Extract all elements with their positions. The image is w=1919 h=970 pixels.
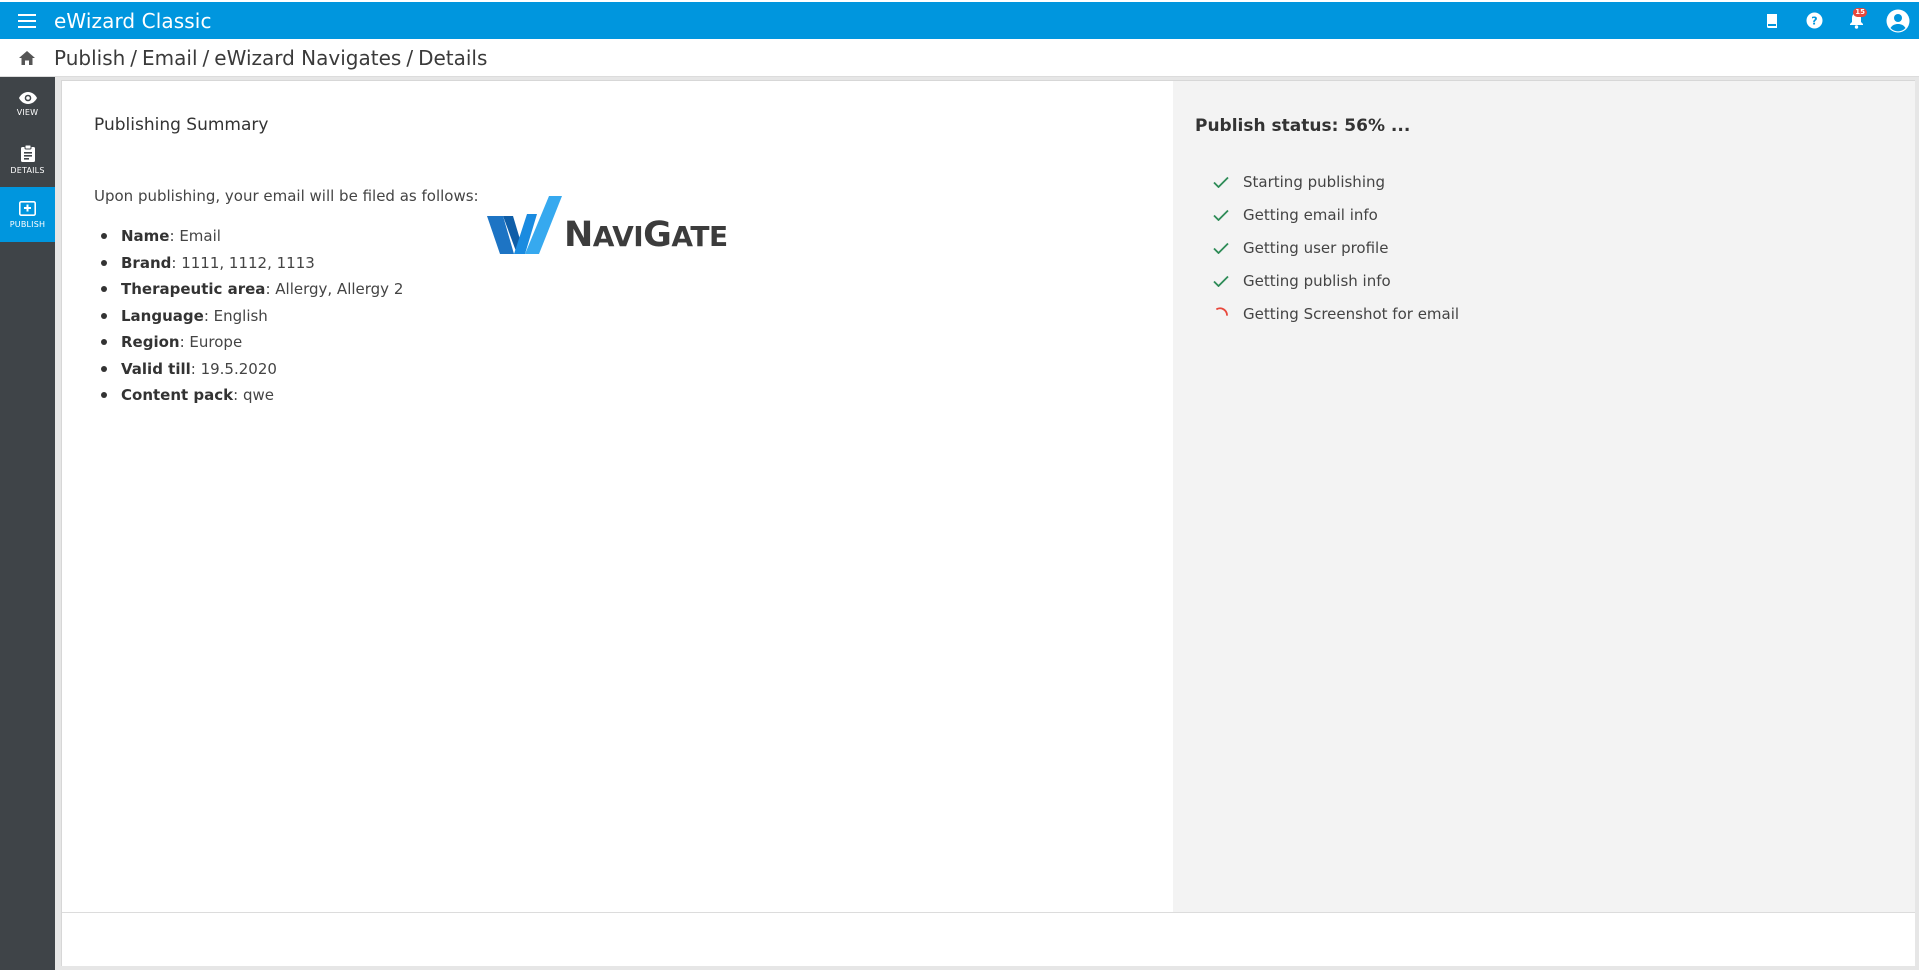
field-key: Therapeutic area (121, 280, 266, 299)
breadcrumb-bar: Publish / Email / eWizard Navigates / Details (0, 39, 1919, 77)
step-label: Getting email info (1243, 205, 1378, 224)
publish-steps-list: Starting publishing Getting email info G… (1211, 165, 1459, 330)
book-icon[interactable] (1751, 2, 1793, 39)
hamburger-menu-icon[interactable] (0, 2, 54, 39)
field-value: Email (179, 227, 221, 246)
clipboard-icon (20, 144, 35, 162)
check-icon (1211, 172, 1231, 192)
breadcrumb-separator: / (202, 45, 210, 70)
check-icon (1211, 271, 1231, 291)
navigate-logo: NAVIGATE (487, 196, 737, 258)
rail-item-publish[interactable]: PUBLISH (0, 187, 55, 242)
account-icon[interactable] (1877, 2, 1919, 39)
field-value: 19.5.2020 (200, 359, 277, 378)
field-key: Brand (121, 253, 172, 272)
summary-title: Publishing Summary (94, 115, 269, 135)
list-item: Brand: 1111, 1112, 1113 (94, 250, 403, 277)
field-key: Content pack (121, 386, 234, 405)
list-item: Getting publish info (1211, 264, 1459, 297)
footer-bar (62, 912, 1915, 966)
step-label: Getting Screenshot for email (1243, 304, 1460, 323)
field-key: Name (121, 227, 170, 246)
home-icon[interactable] (0, 50, 54, 65)
breadcrumb-details: Details (418, 45, 488, 70)
list-item: Language: English (94, 303, 403, 330)
field-value: 1111, 1112, 1113 (181, 253, 315, 272)
publish-icon (19, 200, 36, 216)
list-item: Starting publishing (1211, 165, 1459, 198)
breadcrumb-ewizard-navigates[interactable]: eWizard Navigates (214, 46, 401, 70)
breadcrumb: Publish / Email / eWizard Navigates / Details (54, 46, 487, 70)
breadcrumb-separator: / (406, 45, 414, 70)
logo-wordmark: NAVIGATE (564, 215, 728, 255)
list-item: Name: Email (94, 223, 403, 250)
publish-status-title: Publish status: 56% ... (1195, 116, 1411, 136)
field-value: Allergy, Allergy 2 (275, 280, 404, 299)
left-nav-rail: VIEW DETAILS PUBLISH (0, 77, 55, 970)
breadcrumb-separator: / (130, 45, 138, 70)
summary-fields-list: Name: Email Brand: 1111, 1112, 1113 Ther… (94, 223, 403, 409)
field-key: Region (121, 333, 180, 352)
loading-spinner-icon (1211, 304, 1231, 324)
check-icon (1211, 238, 1231, 258)
top-app-bar: eWizard Classic ? 15 (0, 0, 1919, 39)
check-icon (1211, 205, 1231, 225)
rail-item-details[interactable]: DETAILS (0, 132, 55, 187)
main-content: Publishing Summary Upon publishing, your… (61, 80, 1915, 966)
notifications-bell-icon[interactable]: 15 (1835, 2, 1877, 39)
rail-item-label: VIEW (16, 108, 39, 117)
eye-icon (18, 92, 37, 104)
breadcrumb-email[interactable]: Email (142, 46, 198, 70)
list-item: Content pack: qwe (94, 382, 403, 409)
field-key: Valid till (121, 359, 191, 378)
step-label: Getting publish info (1243, 271, 1391, 290)
notification-count-badge: 15 (1853, 8, 1867, 17)
publishing-summary-panel: Publishing Summary Upon publishing, your… (62, 81, 1173, 912)
list-item: Therapeutic area: Allergy, Allergy 2 (94, 276, 403, 303)
list-item: Getting email info (1211, 198, 1459, 231)
list-item: Getting user profile (1211, 231, 1459, 264)
rail-item-label: DETAILS (10, 165, 45, 175)
step-label: Getting user profile (1243, 238, 1389, 257)
rail-item-label: PUBLISH (9, 219, 46, 229)
field-key: Language (121, 306, 204, 325)
summary-intro: Upon publishing, your email will be file… (94, 187, 479, 205)
list-item: Region: Europe (94, 329, 403, 356)
publish-status-panel: Publish status: 56% ... Starting publish… (1173, 81, 1915, 912)
field-value: Europe (189, 333, 243, 352)
step-label: Starting publishing (1243, 172, 1386, 191)
help-icon[interactable]: ? (1793, 2, 1835, 39)
app-title: eWizard Classic (54, 8, 212, 33)
field-value: qwe (242, 386, 274, 405)
rail-item-view[interactable]: VIEW (0, 77, 55, 132)
breadcrumb-publish[interactable]: Publish (54, 46, 125, 70)
field-value: English (213, 306, 268, 325)
list-item: Valid till: 19.5.2020 (94, 356, 403, 383)
list-item: Getting Screenshot for email (1211, 297, 1459, 330)
svg-text:?: ? (1811, 15, 1817, 28)
